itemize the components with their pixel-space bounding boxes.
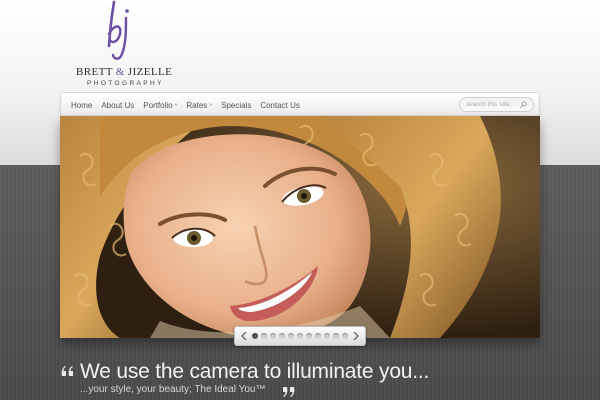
- close-quote-icon: [283, 387, 295, 397]
- slider-dot[interactable]: [252, 333, 258, 339]
- slider-dot[interactable]: [279, 333, 285, 339]
- nav-item-about-us[interactable]: About Us: [101, 101, 134, 110]
- chevron-right-icon: [353, 332, 359, 340]
- portrait-photo: [60, 116, 540, 338]
- brand-ampersand: &: [115, 66, 125, 78]
- slider-dots: [251, 333, 350, 339]
- chevron-left-icon: [241, 332, 247, 340]
- slider-dot[interactable]: [342, 333, 348, 339]
- nav-item-contact-us[interactable]: Contact Us: [260, 101, 300, 110]
- site-logo[interactable]: BRETT & JIZELLE PHOTOGRAPHY: [70, 0, 180, 90]
- bj-monogram-logo: [107, 0, 129, 60]
- brand-subtitle: PHOTOGRAPHY: [87, 80, 164, 87]
- slider-dot[interactable]: [288, 333, 294, 339]
- nav-item-label: About Us: [101, 100, 135, 110]
- nav-item-rates[interactable]: Rates »: [186, 101, 212, 110]
- slider-dot[interactable]: [261, 333, 267, 339]
- submenu-arrow-icon: »: [174, 102, 178, 108]
- nav-item-label: Home: [71, 100, 93, 110]
- nav-item-home[interactable]: Home: [71, 101, 92, 110]
- nav-item-label: Specials: [221, 100, 252, 110]
- brand-name-second: JIZELLE: [127, 66, 173, 78]
- brand-name-first: BRETT: [76, 66, 113, 78]
- hero-slide-image[interactable]: [60, 116, 540, 338]
- brand-name: BRETT & JIZELLE: [76, 66, 180, 78]
- search-input[interactable]: [460, 101, 518, 108]
- slider-dot[interactable]: [297, 333, 303, 339]
- nav-item-label: Rates: [186, 100, 208, 110]
- main-menu: Home About Us Portfolio » Rates » Specia…: [71, 93, 309, 117]
- nav-item-label: Portfolio: [143, 100, 173, 110]
- slider-dot[interactable]: [324, 333, 330, 339]
- search-box: [459, 97, 534, 112]
- slider-next-button[interactable]: [352, 331, 360, 341]
- tagline-main: We use the camera to illuminate you...: [80, 360, 430, 383]
- slider-prev-button[interactable]: [240, 331, 248, 341]
- submenu-arrow-icon: »: [209, 102, 213, 108]
- slider-dot[interactable]: [306, 333, 312, 339]
- slider-dot[interactable]: [270, 333, 276, 339]
- open-quote-icon: [61, 366, 73, 376]
- search-icon[interactable]: [520, 101, 527, 108]
- nav-item-portfolio[interactable]: Portfolio »: [143, 101, 177, 110]
- main-navigation-bar: Home About Us Portfolio » Rates » Specia…: [60, 92, 540, 116]
- slider-pager: [234, 326, 366, 346]
- tagline-sub: ...your style, your beauty; The Ideal Yo…: [80, 384, 266, 395]
- nav-item-specials[interactable]: Specials: [221, 101, 251, 110]
- nav-item-label: Contact Us: [260, 100, 300, 110]
- slider-dot[interactable]: [315, 333, 321, 339]
- slider-dot[interactable]: [333, 333, 339, 339]
